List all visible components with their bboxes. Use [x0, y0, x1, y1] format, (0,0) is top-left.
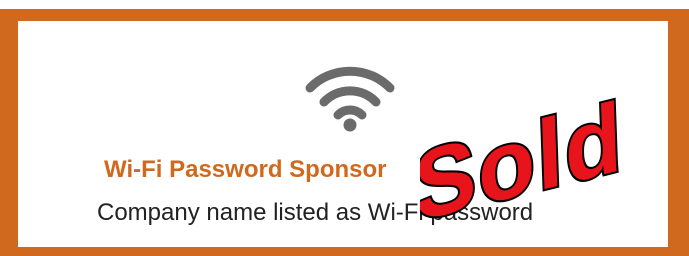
sold-stamp-text: Sold: [420, 80, 625, 220]
wifi-icon: [305, 66, 395, 132]
card-title: Wi-Fi Password Sponsor: [104, 156, 387, 183]
sold-stamp: Sold: [420, 78, 627, 220]
